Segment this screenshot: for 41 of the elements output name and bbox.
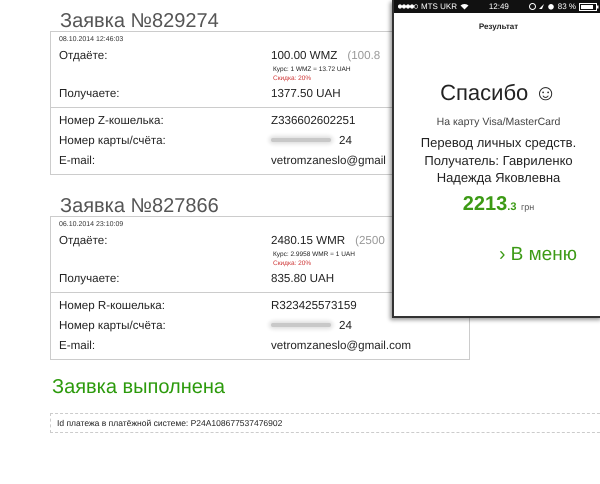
clock-time: 12:49 bbox=[488, 2, 509, 11]
field-label: Отдаёте: bbox=[59, 234, 108, 246]
field-label: Получаете: bbox=[59, 86, 120, 100]
amount-text: 2213.3 грн bbox=[462, 192, 536, 216]
payment-id-text: Id платежа в платёжной системе: P24A108677537476902 bbox=[57, 418, 282, 428]
transfer-details: Получатель: Гавриленко bbox=[423, 152, 574, 169]
status-heading: Заявка выполнена bbox=[51, 375, 226, 400]
field-value: 835.80 UAH bbox=[271, 272, 334, 284]
field-value: vetromzaneslo@gmail.com bbox=[271, 338, 411, 352]
field-label: Номер карты/счёта: bbox=[59, 134, 167, 146]
order-title: Заявка №829274 bbox=[59, 9, 219, 31]
field-label: Номер Z-кошелька: bbox=[59, 114, 165, 126]
field-label: E-mail: bbox=[59, 338, 96, 352]
field-value: 2480.15 WMR bbox=[271, 234, 346, 246]
field-value: (100.8 bbox=[347, 48, 380, 62]
field-label: Номер R-кошелька: bbox=[59, 298, 166, 312]
field-value: Z336602602251 bbox=[271, 114, 356, 126]
card-type-text: На карту Visa/MasterCard bbox=[436, 116, 562, 128]
field-value: vetromzaneslo@gmail bbox=[271, 154, 386, 166]
status-icons bbox=[528, 3, 555, 10]
field-value: R323425573159 bbox=[271, 298, 357, 312]
field-value: 24 bbox=[339, 134, 352, 146]
wifi-icon bbox=[460, 3, 469, 10]
thanks-heading: Спасибо ☺ bbox=[439, 80, 558, 106]
menu-link[interactable]: › В меню bbox=[499, 244, 577, 264]
field-label: Получаете: bbox=[59, 272, 120, 284]
field-value: 1377.50 UAH bbox=[271, 86, 341, 100]
screen-title: Результат bbox=[478, 22, 520, 31]
carrier-name: MTS UKR bbox=[421, 2, 457, 11]
field-label: Отдаёте: bbox=[59, 48, 108, 62]
transfer-details: Надежда Яковлевна bbox=[436, 169, 562, 186]
field-value: (2500 bbox=[355, 234, 385, 246]
field-label: E-mail: bbox=[59, 154, 96, 166]
signal-icon bbox=[398, 4, 418, 9]
transfer-details: Перевод личных средств. bbox=[420, 134, 578, 152]
field-value: 100.00 WMZ bbox=[271, 48, 338, 62]
battery-icon bbox=[578, 2, 599, 10]
field-label: Номер карты/счёта: bbox=[59, 318, 167, 332]
field-value: 24 bbox=[339, 318, 352, 332]
order-title: Заявка №827866 bbox=[59, 194, 219, 216]
battery-percent: 83 % bbox=[558, 2, 576, 11]
